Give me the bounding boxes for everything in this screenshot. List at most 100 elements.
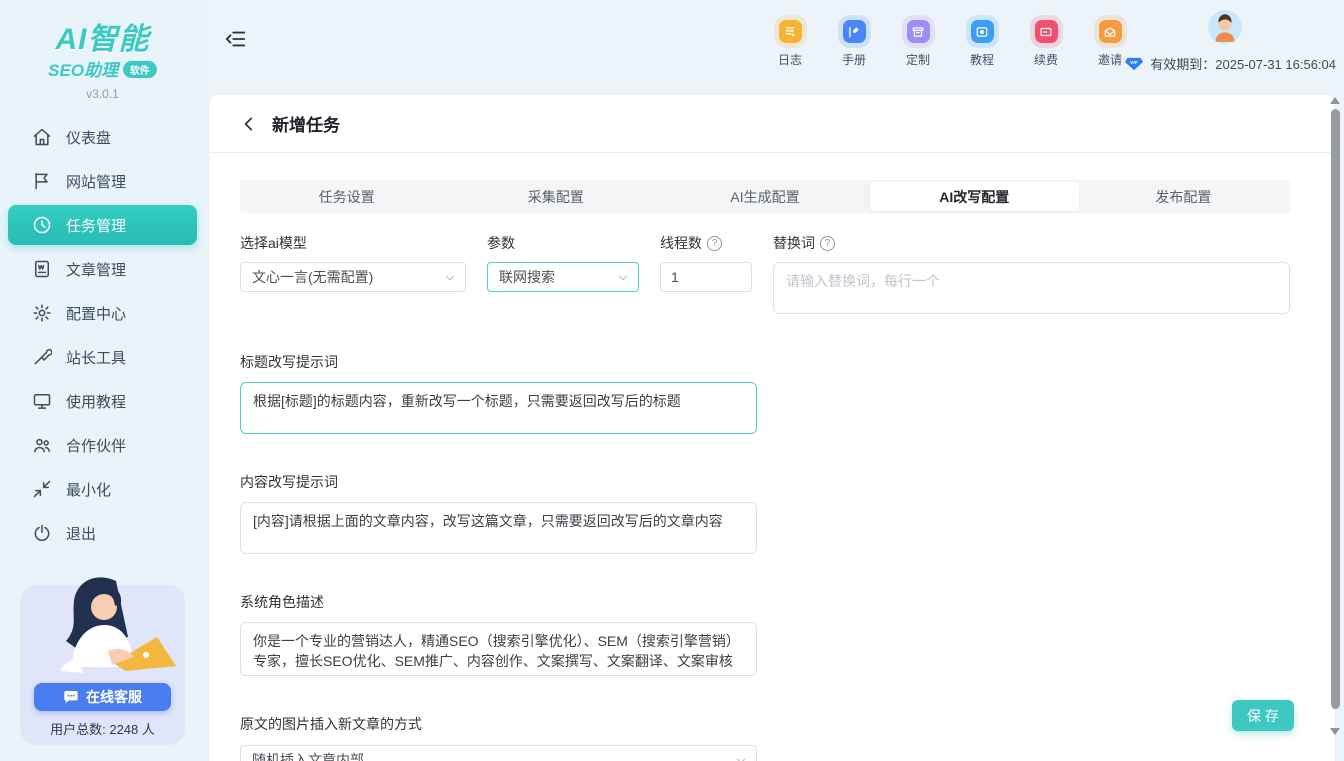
sidebar-item-label: 站长工具 (66, 347, 126, 368)
ai-model-select[interactable]: 文心一言(无需配置) (240, 262, 466, 292)
app-version: v3.0.1 (0, 87, 205, 101)
logo-badge: 软件 (123, 61, 157, 78)
tab-publish-config[interactable]: 发布配置 (1079, 182, 1288, 211)
page-title: 新增任务 (272, 111, 340, 136)
param-value: 联网搜索 (499, 267, 555, 287)
monitor-icon (32, 391, 52, 411)
image-insert-label: 原文的图片插入新文章的方式 (240, 714, 757, 735)
scroll-down-arrow[interactable] (1330, 728, 1340, 735)
topbar: 日志 手册 定制 教程 续费 邀请 VIP 有效期到：2025-07-31 16… (205, 0, 1344, 95)
validity-label: 有效期到：2025-07-31 16:56:04 (1150, 54, 1336, 73)
tab-ai-rewrite-config[interactable]: AI改写配置 (870, 182, 1079, 211)
article-icon (32, 259, 52, 279)
partners-icon (32, 435, 52, 455)
sidebar-item-label: 文章管理 (66, 259, 126, 280)
title-prompt-textarea[interactable]: 根据[标题]的标题内容，重新改写一个标题，只需要返回改写后的标题 (240, 382, 757, 434)
sidebar-item-partners[interactable]: 合作伙伴 (8, 425, 197, 465)
sidebar-item-tutorials[interactable]: 使用教程 (8, 381, 197, 421)
vip-badge-icon: VIP (1124, 57, 1144, 71)
sidebar-item-label: 使用教程 (66, 391, 126, 412)
replace-words-textarea[interactable] (773, 262, 1290, 314)
chevron-down-icon (616, 271, 630, 285)
image-insert-select[interactable]: 随机插入文章内部 (240, 745, 757, 761)
back-icon[interactable] (240, 115, 258, 133)
param-label: 参数 (487, 233, 639, 253)
online-support-label: 在线客服 (86, 687, 142, 707)
invite-icon (1099, 20, 1122, 43)
flag-icon (32, 171, 52, 191)
quick-link-label: 定制 (901, 51, 935, 68)
sidebar-item-label: 最小化 (66, 479, 111, 500)
quick-link-label: 日志 (773, 51, 807, 68)
param-select[interactable]: 联网搜索 (487, 262, 639, 292)
wrench-icon (32, 347, 52, 367)
title-prompt-label: 标题改写提示词 (240, 352, 757, 372)
tab-ai-generate-config[interactable]: AI生成配置 (660, 182, 869, 211)
config-tabs: 任务设置 采集配置 AI生成配置 AI改写配置 发布配置 (240, 180, 1290, 213)
app-logo: AI智能 SEO助理 软件 v3.0.1 (0, 0, 205, 101)
help-icon[interactable]: ? (820, 236, 835, 251)
page-header: 新增任务 (210, 95, 1334, 148)
clock-icon (32, 215, 52, 235)
sidebar-item-websites[interactable]: 网站管理 (8, 161, 197, 201)
validity-info: VIP 有效期到：2025-07-31 16:56:04 (1124, 54, 1336, 73)
home-icon (32, 127, 52, 147)
sidebar-item-minimize[interactable]: 最小化 (8, 469, 197, 509)
svg-text:VIP: VIP (1130, 60, 1139, 66)
threads-input[interactable] (660, 262, 752, 292)
replace-words-label: 替换词? (773, 233, 1290, 253)
logout-icon (32, 523, 52, 543)
user-count: 用户总数: 2248 人 (20, 719, 185, 738)
customer-service-illustration (20, 567, 185, 695)
sidebar: AI智能 SEO助理 软件 v3.0.1 仪表盘 网站管理 任务管理 文章管理 … (0, 0, 205, 761)
image-insert-value: 随机插入文章内部 (252, 750, 364, 761)
tab-task-settings[interactable]: 任务设置 (242, 182, 451, 211)
quick-link-tutorial[interactable]: 教程 (965, 20, 999, 68)
sidebar-item-label: 网站管理 (66, 171, 126, 192)
quick-link-label: 续费 (1029, 51, 1063, 68)
quick-link-logs[interactable]: 日志 (773, 20, 807, 68)
content-prompt-label: 内容改写提示词 (240, 472, 757, 492)
tutorial-icon (971, 20, 994, 43)
logo-line2: SEO助理 软件 (0, 56, 205, 81)
quick-link-label: 手册 (837, 51, 871, 68)
scroll-up-arrow[interactable] (1330, 97, 1340, 104)
sidebar-item-label: 退出 (66, 523, 96, 544)
help-icon[interactable]: ? (707, 236, 722, 251)
sidebar-item-label: 仪表盘 (66, 127, 111, 148)
sidebar-item-config[interactable]: 配置中心 (8, 293, 197, 333)
quick-links: 日志 手册 定制 教程 续费 邀请 (773, 20, 1127, 68)
sidebar-item-articles[interactable]: 文章管理 (8, 249, 197, 289)
manual-icon (843, 20, 866, 43)
threads-label: 线程数? (660, 233, 752, 253)
quick-link-custom[interactable]: 定制 (901, 20, 935, 68)
sidebar-item-tasks[interactable]: 任务管理 (8, 205, 197, 245)
custom-icon (907, 20, 930, 43)
collapse-sidebar-icon[interactable] (225, 28, 247, 50)
support-card: 在线客服 用户总数: 2248 人 (20, 585, 185, 745)
chevron-down-icon (443, 271, 457, 285)
chevron-down-icon (734, 754, 748, 761)
gear-icon (32, 303, 52, 323)
online-support-button[interactable]: 在线客服 (34, 683, 171, 711)
ai-model-label: 选择ai模型 (240, 233, 466, 253)
quick-link-renew[interactable]: 续费 (1029, 20, 1063, 68)
minimize-icon (32, 479, 52, 499)
scrollbar-thumb[interactable] (1331, 109, 1340, 709)
sidebar-item-webmaster-tools[interactable]: 站长工具 (8, 337, 197, 377)
system-role-textarea[interactable]: 你是一个专业的营销达人，精通SEO（搜索引擎优化）、SEM（搜索引擎营销）专家，… (240, 622, 757, 676)
quick-link-invite[interactable]: 邀请 (1093, 20, 1127, 68)
renew-icon (1035, 20, 1058, 43)
content-prompt-textarea[interactable]: [内容]请根据上面的文章内容，改写这篇文章，只需要返回改写后的文章内容 (240, 502, 757, 554)
ai-model-value: 文心一言(无需配置) (252, 267, 373, 287)
tab-collect-config[interactable]: 采集配置 (451, 182, 660, 211)
quick-link-label: 教程 (965, 51, 999, 68)
sidebar-item-logout[interactable]: 退出 (8, 513, 197, 553)
sidebar-nav: 仪表盘 网站管理 任务管理 文章管理 配置中心 站长工具 使用教程 合作伙伴 (0, 117, 205, 553)
save-button[interactable]: 保 存 (1232, 700, 1294, 731)
quick-link-manual[interactable]: 手册 (837, 20, 871, 68)
sidebar-item-label: 合作伙伴 (66, 435, 126, 456)
sidebar-item-dashboard[interactable]: 仪表盘 (8, 117, 197, 157)
rewrite-config-form: 选择ai模型 文心一言(无需配置) 参数 联网搜索 线程数? 替换词? (210, 213, 1334, 761)
avatar[interactable] (1208, 10, 1242, 44)
